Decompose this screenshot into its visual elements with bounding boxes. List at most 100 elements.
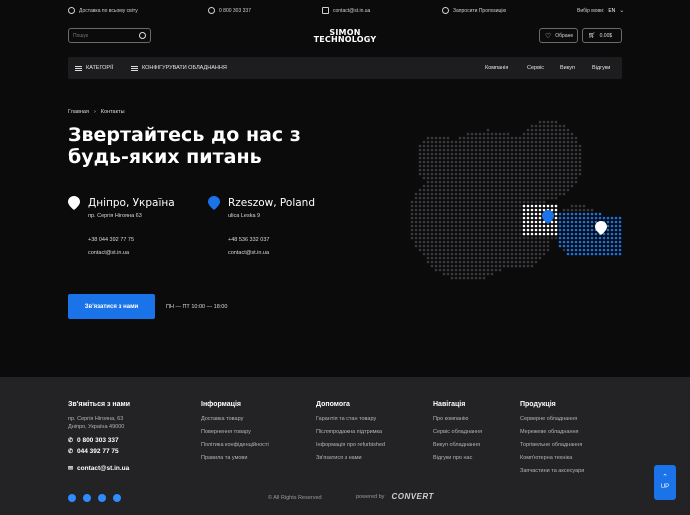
site-logo[interactable]: SIMON TECHNOLOGY (302, 29, 388, 44)
map-dot (478, 224, 482, 228)
map-dot (510, 164, 514, 168)
footer-link[interactable]: Правила та умови (201, 455, 269, 461)
nav-link-reviews[interactable]: Відгуки (592, 65, 610, 71)
footer-link[interactable]: Відгуки про нас (433, 455, 482, 461)
map-dot (610, 248, 614, 252)
map-dot (442, 168, 446, 172)
nav-link-company[interactable]: Компанія (485, 65, 508, 71)
footer-link[interactable]: Викуп обладнання (433, 442, 482, 448)
map-dot (482, 244, 486, 248)
map-dot (474, 200, 478, 204)
footer-link[interactable]: Мережеве обладнання (520, 429, 584, 435)
map-dot (474, 228, 478, 232)
powered-by[interactable]: powered by CONVERT (356, 492, 434, 501)
map-dot (426, 236, 430, 240)
map-dot (470, 136, 474, 140)
configure-menu[interactable]: КОНФІГУРУВАТИ ОБЛАДНАННЯ (131, 65, 227, 71)
map-dot (598, 252, 602, 256)
contact-us-button[interactable]: Зв'язатися з нами (68, 294, 155, 319)
search-icon[interactable] (139, 32, 146, 39)
map-dot (518, 264, 522, 268)
topbar-email-link[interactable]: contact@st.in.ua (322, 7, 370, 14)
location-email[interactable]: contact@st.in.ua (228, 250, 269, 256)
map-dot (530, 140, 534, 144)
map-dot (442, 256, 446, 260)
viber-icon[interactable] (98, 494, 106, 502)
map-dot (534, 196, 538, 200)
footer-link[interactable]: Гарантія та стан товару (316, 416, 385, 422)
map-dot (506, 244, 510, 248)
breadcrumb-home[interactable]: Главная (68, 109, 89, 115)
categories-menu[interactable]: КАТЕГОРІЇ (75, 65, 113, 71)
map-dot (502, 152, 506, 156)
map-dot (466, 132, 470, 136)
globe-icon (68, 7, 75, 14)
topbar-phone-link[interactable]: 0 800 303 337 (208, 7, 251, 14)
map-dot (494, 140, 498, 144)
map-dot (462, 176, 466, 180)
map-pin-dnipro-icon[interactable] (595, 221, 607, 235)
footer-link[interactable]: Запчастини та аксесуари (520, 468, 584, 474)
map-dot (434, 208, 438, 212)
footer-link[interactable]: Серверне обладнання (520, 416, 584, 422)
map-dot (454, 204, 458, 208)
map-dot (570, 224, 574, 228)
map-dot (574, 240, 578, 244)
map-dot (522, 232, 526, 236)
map-dot (434, 180, 438, 184)
map-dot (554, 196, 558, 200)
location-phone[interactable]: +38 044 392 77 75 (88, 237, 134, 243)
footer-link[interactable]: Доставка товару (201, 416, 269, 422)
map-dot (482, 164, 486, 168)
map-dot (514, 256, 518, 260)
nav-link-service[interactable]: Сервіс (527, 65, 544, 71)
favorites-button[interactable]: ♡ Обране (539, 28, 578, 43)
cart-button[interactable]: 🛒︎ 0.00$ (582, 28, 622, 43)
map-dot (462, 240, 466, 244)
map-dot (458, 184, 462, 188)
map-dot (534, 168, 538, 172)
map-dot (430, 256, 434, 260)
map-dot (538, 180, 542, 184)
request-offer-link[interactable]: Запросити Пропозицію (442, 7, 506, 14)
map-dot (602, 236, 606, 240)
footer-phone-1[interactable]: ✆ 0 800 303 337 (68, 437, 130, 444)
map-dot (618, 240, 622, 244)
footer-link[interactable]: Торгівельне обладнання (520, 442, 584, 448)
instagram-icon[interactable] (68, 494, 76, 502)
search-box[interactable] (68, 28, 151, 43)
nav-link-buyback[interactable]: Викуп (560, 65, 575, 71)
footer-email[interactable]: ✉ contact@st.in.ua (68, 465, 130, 472)
map-dot (510, 188, 514, 192)
map-dot (578, 164, 582, 168)
mail-icon: ✉ (68, 466, 74, 472)
map-dot (494, 216, 498, 220)
footer-link[interactable]: Зв'язатися з нами (316, 455, 385, 461)
facebook-icon[interactable] (83, 494, 91, 502)
footer-link[interactable]: Політика конфіденційності (201, 442, 269, 448)
location-phone[interactable]: +48 536 332 037 (228, 237, 269, 243)
footer-link[interactable]: Комп'ютерна техніка (520, 455, 584, 461)
map-dot (442, 164, 446, 168)
footer-link[interactable]: Сервіс обладнання (433, 429, 482, 435)
telegram-icon[interactable] (113, 494, 121, 502)
map-dot (482, 212, 486, 216)
map-dot (546, 124, 550, 128)
footer-phone-2[interactable]: ✆ 044 392 77 75 (68, 448, 130, 455)
map-dot (550, 172, 554, 176)
location-email[interactable]: contact@st.in.ua (88, 250, 129, 256)
map-dot (542, 140, 546, 144)
language-selector[interactable]: Вибір мови: EN ⌄ (577, 7, 624, 15)
footer-link[interactable]: Повернення товару (201, 429, 269, 435)
map-dot (586, 248, 590, 252)
scroll-up-button[interactable]: ⌃ UP (654, 465, 676, 500)
map-dot (498, 188, 502, 192)
map-dot (566, 240, 570, 244)
footer-link[interactable]: Інформація про refurbished (316, 442, 385, 448)
map-dot (462, 196, 466, 200)
footer-link[interactable]: Про компанію (433, 416, 482, 422)
map-dot (442, 232, 446, 236)
footer-link[interactable]: Післяпродажна підтримка (316, 429, 385, 435)
map-dot (442, 248, 446, 252)
search-input[interactable] (73, 32, 137, 40)
